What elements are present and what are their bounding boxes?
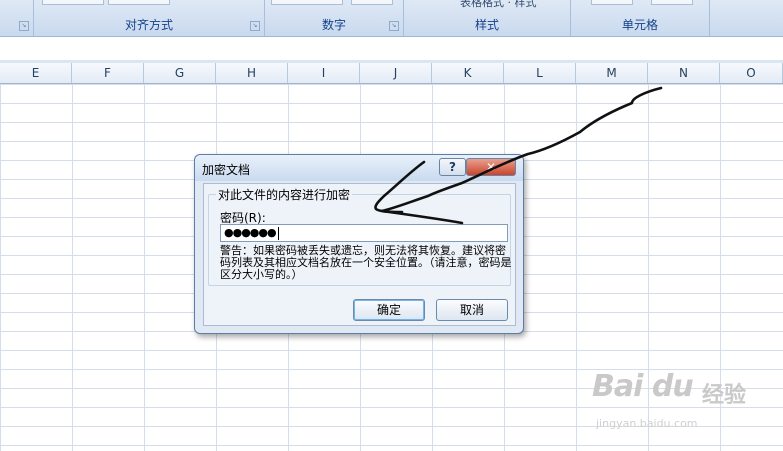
- column-headers: E F G H I J K L M N O: [0, 63, 783, 84]
- encrypt-group-label: 对此文件的内容进行加密: [216, 186, 353, 203]
- ribbon-button[interactable]: [351, 0, 393, 5]
- ribbon-group-number: 数字 ↘: [265, 0, 404, 36]
- baidu-jingyan-watermark: Bai du 经验 jingyan.baidu.com: [592, 365, 782, 445]
- ribbon-group-label: 数字: [321, 18, 346, 32]
- encrypt-document-dialog: 加密文档 ? ✕ 对此文件的内容进行加密 密码(R): ●●●●●● 警告：如果…: [194, 154, 524, 334]
- ribbon-group-styles: 表格格式 · 样式 样式: [404, 0, 571, 36]
- ribbon-styles-partial-label[interactable]: 表格格式 · 样式: [460, 0, 570, 10]
- column-header-f[interactable]: F: [72, 63, 144, 83]
- column-header-e[interactable]: E: [0, 63, 72, 83]
- dialog-title: 加密文档: [202, 163, 251, 177]
- ribbon-button[interactable]: [651, 0, 693, 5]
- dialog-launcher-icon[interactable]: ↘: [389, 21, 399, 31]
- column-header-j[interactable]: J: [360, 63, 432, 83]
- watermark-url: jingyan.baidu.com: [596, 417, 698, 430]
- password-input[interactable]: ●●●●●●: [220, 224, 508, 242]
- text-caret: [277, 226, 279, 240]
- ok-button[interactable]: 确定: [353, 299, 425, 321]
- ribbon-group-label: 样式: [474, 18, 499, 32]
- ribbon-group-edge: ↘: [0, 0, 34, 36]
- close-icon: ✕: [485, 160, 497, 174]
- help-button[interactable]: ?: [439, 158, 466, 176]
- ribbon: ↘ 对齐方式 ↘ 数字 ↘ 表格格式 · 样式 样式 单元格: [0, 0, 783, 37]
- dialog-titlebar[interactable]: 加密文档 ? ✕: [195, 155, 523, 181]
- dialog-launcher-icon[interactable]: ↘: [19, 21, 29, 31]
- column-header-l[interactable]: L: [504, 63, 576, 83]
- column-header-g[interactable]: G: [144, 63, 216, 83]
- column-header-k[interactable]: K: [432, 63, 504, 83]
- ribbon-button[interactable]: [591, 0, 633, 5]
- ribbon-group-label: 单元格: [621, 18, 658, 32]
- password-value: ●●●●●●: [224, 226, 277, 239]
- dialog-launcher-icon[interactable]: ↘: [250, 21, 260, 31]
- ribbon-group-cells: 单元格: [571, 0, 710, 36]
- column-header-o[interactable]: O: [720, 63, 783, 83]
- warning-text: 警告：如果密码被丢失或遗忘，则无法将其恢复。建议将密码列表及其相应文档名放在一个…: [220, 244, 512, 281]
- cancel-button[interactable]: 取消: [436, 299, 508, 321]
- ribbon-group-alignment: 对齐方式 ↘: [34, 0, 265, 36]
- column-header-i[interactable]: I: [288, 63, 360, 83]
- ribbon-button[interactable]: [108, 0, 170, 5]
- column-header-m[interactable]: M: [576, 63, 648, 83]
- jingyan-brand: 经验: [702, 383, 747, 408]
- help-icon: ?: [449, 160, 456, 174]
- ribbon-group-editing: [710, 0, 783, 36]
- baidu-logo: Bai du: [592, 369, 694, 404]
- ribbon-button[interactable]: [42, 0, 104, 5]
- ribbon-group-label: 对齐方式: [124, 18, 173, 32]
- column-header-h[interactable]: H: [216, 63, 288, 83]
- close-button[interactable]: ✕: [466, 158, 516, 176]
- column-header-n[interactable]: N: [648, 63, 720, 83]
- ribbon-button[interactable]: [271, 0, 343, 5]
